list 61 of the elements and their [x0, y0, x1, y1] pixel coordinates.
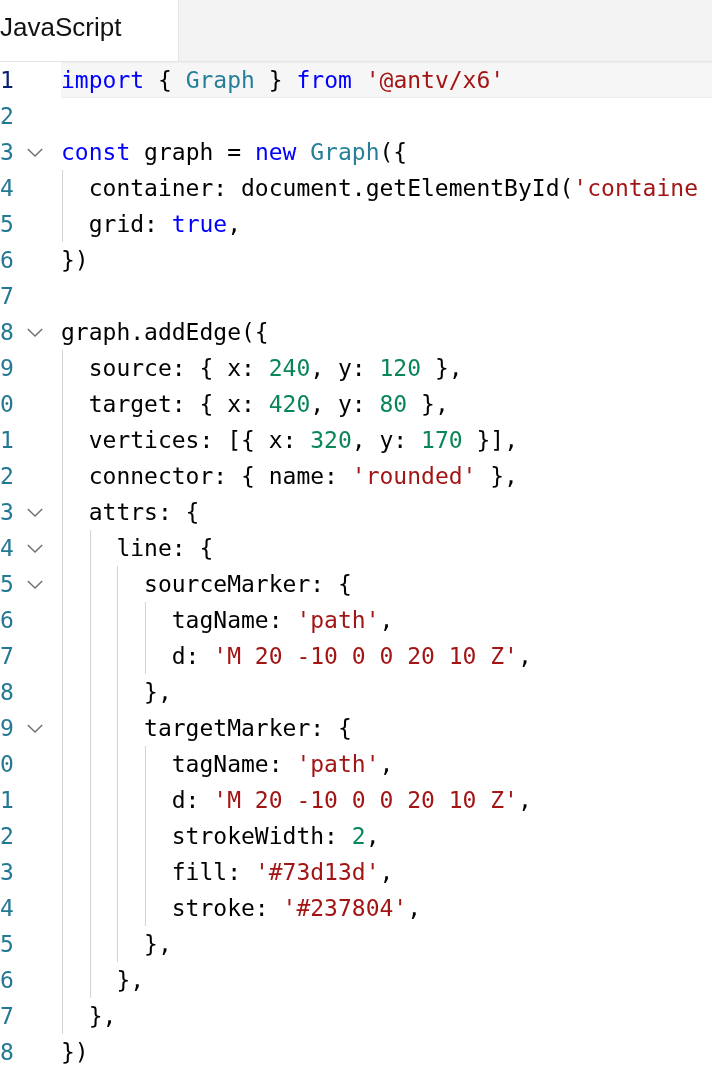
line-number: 3: [0, 499, 15, 525]
line-number: 3: [0, 139, 15, 165]
code-line: targetMarker: {: [143, 715, 352, 741]
line-number: 9: [0, 355, 15, 381]
code-line: grid: true,: [87, 211, 242, 237]
code-line: },: [115, 967, 145, 993]
line-number: 2: [0, 103, 15, 129]
code-line: strokeWidth: 2,: [170, 823, 380, 849]
line-number: 3: [0, 859, 15, 885]
line-number: 5: [0, 571, 15, 597]
code-line: tagName: 'path',: [170, 607, 394, 633]
editor-tab[interactable]: JavaScript: [0, 0, 179, 61]
line-number: 8: [0, 1039, 15, 1065]
line-number: 9: [0, 715, 15, 741]
line-number: 6: [0, 607, 15, 633]
code-line: const graph = new Graph({: [61, 139, 408, 165]
line-number: 6: [0, 247, 15, 273]
line-number: 2: [0, 463, 15, 489]
code-line: fill: '#73d13d',: [170, 859, 394, 885]
line-number: 2: [0, 823, 15, 849]
line-number: 8: [0, 319, 15, 345]
line-number: 0: [0, 391, 15, 417]
code-line: target: { x: 420, y: 80 },: [87, 391, 449, 417]
code-line: import { Graph } from '@antv/x6': [61, 67, 505, 93]
code-line: },: [87, 1003, 117, 1029]
line-number: 4: [0, 535, 15, 561]
code-line: },: [143, 931, 172, 957]
chevron-icon[interactable]: [26, 578, 44, 590]
code-line: container: document.getElementById('containe: [87, 175, 698, 201]
code-line: source: { x: 240, y: 120 },: [87, 355, 463, 381]
chevron-icon[interactable]: [26, 146, 44, 158]
chevron-icon[interactable]: [26, 506, 44, 518]
code-line: }): [61, 247, 89, 273]
code-line: line: {: [115, 535, 214, 561]
code-line: connector: { name: 'rounded' },: [87, 463, 518, 489]
code-line: graph.addEdge({: [61, 319, 269, 345]
line-number: 5: [0, 931, 15, 957]
code-line: d: 'M 20 -10 0 0 20 10 Z',: [170, 787, 532, 813]
line-number: 7: [0, 1003, 15, 1029]
chevron-icon[interactable]: [26, 542, 44, 554]
code-line: d: 'M 20 -10 0 0 20 10 Z',: [170, 643, 532, 669]
code-line: vertices: [{ x: 320, y: 170 }],: [87, 427, 518, 453]
chevron-icon[interactable]: [26, 722, 44, 734]
line-number: 8: [0, 679, 15, 705]
line-number: 0: [0, 751, 15, 777]
line-number: 4: [0, 175, 15, 201]
code-line: tagName: 'path',: [170, 751, 394, 777]
line-number: 6: [0, 967, 15, 993]
line-number: 1: [0, 67, 15, 93]
line-number: 1: [0, 427, 15, 453]
code-line: }): [61, 1039, 89, 1065]
line-number: 5: [0, 211, 15, 237]
line-number: 1: [0, 787, 15, 813]
code-line: },: [143, 679, 172, 705]
line-number: 4: [0, 895, 15, 921]
code-line: attrs: {: [87, 499, 200, 525]
line-number: 7: [0, 643, 15, 669]
line-number: 7: [0, 283, 15, 309]
code-line: stroke: '#237804',: [170, 895, 422, 921]
chevron-icon[interactable]: [26, 326, 44, 338]
code-line: sourceMarker: {: [143, 571, 352, 597]
